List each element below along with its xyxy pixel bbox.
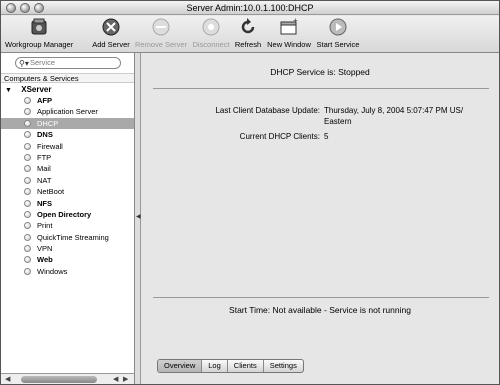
status-light-icon — [24, 119, 31, 127]
service-status: DHCP Service is: Stopped — [141, 67, 499, 77]
current-clients-label: Current DHCP Clients: — [239, 132, 320, 141]
status-light-icon — [24, 199, 31, 207]
service-item-firewall[interactable]: Firewall — [1, 141, 134, 152]
status-light-icon — [24, 165, 31, 173]
search-icon: ⚲▾ — [19, 59, 29, 68]
add-server-button[interactable]: Add Server — [91, 17, 131, 49]
new-window-button[interactable]: + New Window — [266, 17, 312, 49]
status-light-icon — [24, 153, 31, 161]
zoom-window-button[interactable] — [34, 3, 44, 13]
view-tabs: Overview Log Clients Settings — [157, 359, 304, 373]
service-item-netboot[interactable]: NetBoot — [1, 186, 134, 197]
status-light-icon — [24, 245, 31, 253]
status-light-icon — [24, 131, 31, 139]
bottom-divider — [153, 297, 489, 298]
service-item-open-directory[interactable]: Open Directory — [1, 209, 134, 220]
service-item-windows[interactable]: Windows — [1, 266, 134, 277]
server-admin-window: Server Admin:10.0.1.100:DHCP Workgroup M… — [0, 0, 500, 385]
title-bar[interactable]: Server Admin:10.0.1.100:DHCP — [1, 1, 499, 15]
workgroup-manager-button[interactable]: Workgroup Manager — [5, 17, 73, 49]
status-light-icon — [24, 233, 31, 241]
refresh-icon — [241, 18, 255, 34]
search-placeholder: Service — [30, 58, 56, 67]
service-item-dns[interactable]: DNS — [1, 129, 134, 140]
sidebar-horizontal-scrollbar[interactable]: ◀ ◀ ▶ — [1, 373, 135, 384]
splitter-grip-icon[interactable]: ◀ — [136, 213, 141, 220]
service-search-field[interactable]: ⚲▾ Service — [15, 57, 121, 69]
service-item-ftp[interactable]: FTP — [1, 152, 134, 163]
scroll-right-icon[interactable]: ▶ — [123, 375, 128, 383]
dhcp-overview-pane: DHCP Service is: Stopped Last Client Dat… — [141, 53, 499, 384]
add-server-icon — [102, 18, 120, 36]
tab-clients[interactable]: Clients — [228, 360, 264, 372]
close-window-button[interactable] — [6, 3, 16, 13]
service-item-nfs[interactable]: NFS — [1, 198, 134, 209]
start-time-status: Start Time: Not available - Service is n… — [229, 305, 411, 315]
new-window-icon: + — [280, 17, 298, 35]
status-light-icon — [24, 142, 31, 150]
top-divider — [153, 88, 489, 89]
service-item-web[interactable]: Web — [1, 254, 134, 265]
disconnect-button[interactable]: Disconnect — [190, 17, 232, 49]
minimize-window-button[interactable] — [20, 3, 30, 13]
service-status-label: DHCP Service is: — [270, 67, 336, 77]
scroll-left-icon[interactable]: ◀ — [113, 375, 118, 383]
service-item-nat[interactable]: NAT — [1, 175, 134, 186]
status-light-icon — [24, 210, 31, 218]
service-item-mail[interactable]: Mail — [1, 163, 134, 174]
disconnect-icon — [202, 18, 220, 36]
scroll-left-icon[interactable]: ◀ — [5, 375, 10, 383]
server-node[interactable]: ▼ XServer — [1, 84, 134, 95]
window-title: Server Admin:10.0.1.100:DHCP — [186, 3, 314, 13]
remove-server-button[interactable]: Remove Server — [135, 17, 187, 49]
status-light-icon — [24, 108, 31, 116]
tab-settings[interactable]: Settings — [264, 360, 303, 372]
last-update-label: Last Client Database Update: — [215, 106, 320, 115]
status-light-icon — [24, 176, 31, 184]
svg-text:+: + — [293, 17, 298, 25]
service-item-application-server[interactable]: Application Server — [1, 106, 134, 117]
tab-log[interactable]: Log — [202, 360, 228, 372]
last-update-value-continued: Eastern — [324, 117, 352, 126]
status-light-icon — [24, 97, 31, 104]
service-item-print[interactable]: Print — [1, 220, 134, 231]
service-item-dhcp[interactable]: DHCP — [1, 117, 134, 130]
service-list: AFP Application Server DHCP DNS Firewall… — [1, 95, 134, 277]
scrollbar-thumb[interactable] — [21, 376, 97, 383]
service-item-vpn[interactable]: VPN — [1, 243, 134, 254]
start-service-button[interactable]: Start Service — [316, 17, 360, 49]
service-item-quicktime-streaming[interactable]: QuickTime Streaming — [1, 232, 134, 243]
remove-server-icon — [152, 18, 170, 36]
start-service-icon — [329, 18, 347, 36]
status-light-icon — [24, 222, 31, 230]
computers-services-header: Computers & Services — [1, 73, 134, 83]
services-sidebar: ⚲▾ Service Computers & Services ▼ XServe… — [1, 53, 135, 373]
toolbar: Workgroup Manager Add Server Remove Serv… — [1, 16, 499, 53]
refresh-button[interactable]: Refresh — [234, 17, 262, 49]
current-clients-value: 5 — [324, 132, 329, 141]
workgroup-manager-icon — [31, 18, 47, 35]
service-item-afp[interactable]: AFP — [1, 95, 134, 106]
service-status-value: Stopped — [338, 67, 370, 77]
server-name: XServer — [21, 85, 52, 94]
last-update-value: Thursday, July 8, 2004 5:07:47 PM US/ — [324, 106, 464, 115]
tab-overview[interactable]: Overview — [158, 360, 203, 372]
status-light-icon — [24, 256, 31, 264]
status-light-icon — [24, 188, 31, 196]
status-light-icon — [24, 267, 31, 275]
